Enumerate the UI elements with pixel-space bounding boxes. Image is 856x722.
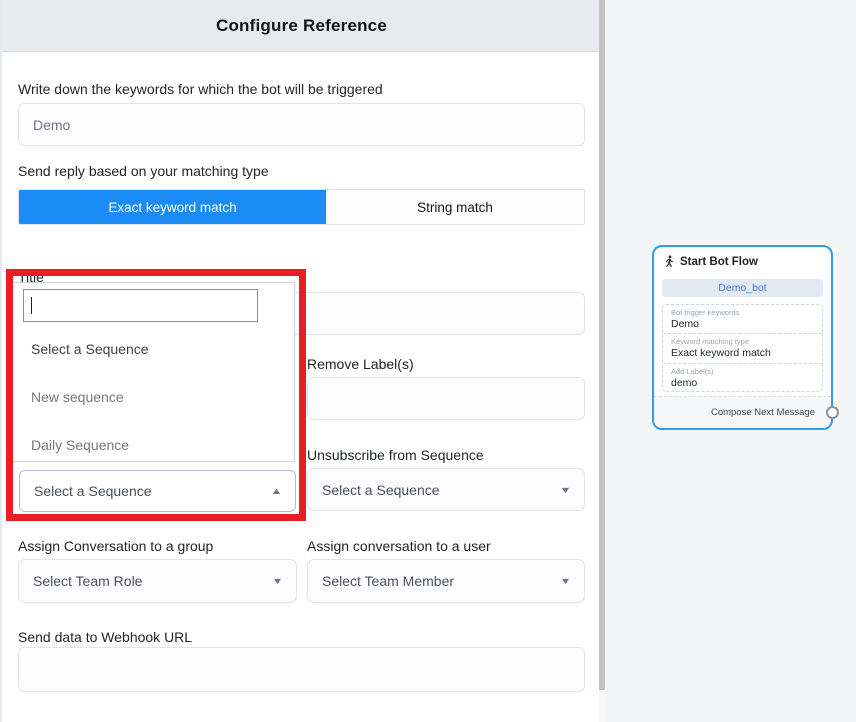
subscribe-sequence-value: Select a Sequence (34, 483, 152, 499)
unsubscribe-sequence-select[interactable]: Select a Sequence ▼ (307, 468, 585, 511)
flow-field-value: Exact keyword match (671, 347, 814, 359)
text-cursor (31, 297, 32, 314)
subscribe-sequence-select[interactable]: Select a Sequence ▲ (19, 470, 296, 512)
assign-user-value: Select Team Member (322, 573, 454, 589)
sequence-option-new-sequence[interactable]: New sequence (11, 377, 294, 417)
remove-labels-label: Remove Label(s) (307, 356, 414, 372)
start-bot-flow-node[interactable]: Start Bot Flow Demo_bot Bot trigger keyw… (652, 245, 833, 430)
flow-field-value: demo (671, 377, 814, 389)
unsubscribe-sequence-label: Unsubscribe from Sequence (307, 447, 484, 463)
caret-down-icon: ▼ (560, 576, 572, 586)
caret-down-icon: ▼ (560, 485, 572, 495)
panel-header: Configure Reference (2, 0, 601, 52)
assign-group-value: Select Team Role (33, 573, 142, 589)
matching-type-label: Send reply based on your matching type (18, 163, 269, 179)
flow-field-label: Add Label(s) (671, 367, 814, 376)
unsubscribe-sequence-value: Select a Sequence (322, 482, 440, 498)
webhook-input[interactable] (18, 647, 585, 692)
flow-field-row: Keyword matching type Exact keyword matc… (663, 334, 822, 363)
flow-field-label: Keyword matching type (671, 337, 814, 346)
assign-user-label: Assign conversation to a user (307, 538, 491, 554)
sequence-search-input[interactable] (23, 289, 258, 322)
flow-field-label: Bot trigger keywords (671, 308, 814, 317)
caret-up-icon: ▲ (271, 486, 283, 496)
tab-exact-keyword-match[interactable]: Exact keyword match (19, 190, 326, 224)
caret-down-icon: ▼ (272, 576, 284, 586)
flow-node-header: Start Bot Flow (664, 255, 758, 268)
flow-field-row: Bot trigger keywords Demo (663, 305, 822, 334)
flow-field-value: Demo (671, 318, 814, 330)
assign-group-label: Assign Conversation to a group (18, 538, 213, 554)
flow-connector-handle[interactable] (826, 406, 839, 419)
sequence-option-daily-sequence[interactable]: Daily Sequence (11, 425, 294, 465)
bot-name-chip[interactable]: Demo_bot (662, 279, 823, 297)
matching-type-tabs: Exact keyword match String match (18, 189, 585, 225)
walking-person-icon (664, 255, 675, 268)
flow-node-title: Start Bot Flow (680, 256, 758, 268)
assign-user-select[interactable]: Select Team Member ▼ (307, 559, 585, 603)
sequence-option-select-a-sequence[interactable]: Select a Sequence (11, 329, 294, 369)
keywords-input[interactable] (18, 103, 585, 146)
tab-string-match[interactable]: String match (326, 190, 584, 224)
flow-node-fields: Bot trigger keywords Demo Keyword matchi… (662, 304, 823, 392)
assign-group-select[interactable]: Select Team Role ▼ (18, 559, 297, 603)
webhook-label: Send data to Webhook URL (18, 629, 192, 645)
configure-form-panel: Configure Reference Write down the keywo… (0, 0, 599, 722)
compose-next-message-area: Compose Next Message (654, 396, 831, 428)
sequence-dropdown-panel: Select a Sequence New sequence Daily Seq… (10, 282, 295, 462)
page-title: Configure Reference (216, 16, 387, 36)
flow-field-row: Add Label(s) demo (663, 364, 822, 392)
keywords-label: Write down the keywords for which the bo… (18, 81, 383, 97)
compose-next-message-label: Compose Next Message (711, 407, 815, 418)
remove-labels-input[interactable] (307, 377, 585, 420)
